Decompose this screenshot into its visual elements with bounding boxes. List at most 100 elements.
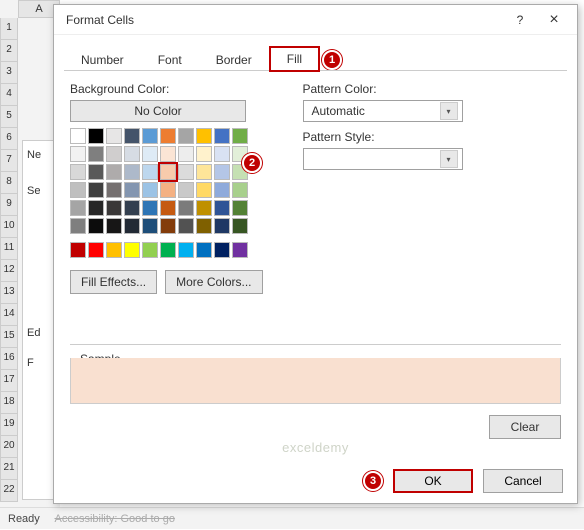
close-button[interactable]: × xyxy=(537,7,571,33)
color-swatch[interactable] xyxy=(160,218,176,234)
color-swatch[interactable] xyxy=(178,164,194,180)
color-swatch[interactable] xyxy=(106,146,122,162)
no-color-button[interactable]: No Color xyxy=(70,100,246,122)
tab-font[interactable]: Font xyxy=(141,48,199,72)
row-header[interactable]: 22 xyxy=(0,480,18,502)
row-header[interactable]: 10 xyxy=(0,216,18,238)
color-swatch[interactable] xyxy=(70,218,86,234)
color-swatch[interactable] xyxy=(142,146,158,162)
row-header[interactable]: 20 xyxy=(0,436,18,458)
color-swatch[interactable] xyxy=(70,200,86,216)
row-header[interactable]: 16 xyxy=(0,348,18,370)
row-header[interactable]: 13 xyxy=(0,282,18,304)
color-swatch[interactable] xyxy=(178,182,194,198)
color-swatch[interactable] xyxy=(88,164,104,180)
tab-fill[interactable]: Fill xyxy=(269,46,320,72)
color-swatch[interactable] xyxy=(196,164,212,180)
color-swatch[interactable] xyxy=(214,242,230,258)
color-swatch[interactable] xyxy=(214,164,230,180)
pattern-style-dropdown[interactable]: ▾ xyxy=(303,148,463,170)
color-swatch[interactable] xyxy=(124,218,140,234)
color-swatch[interactable] xyxy=(160,146,176,162)
color-swatch[interactable] xyxy=(70,146,86,162)
row-header[interactable]: 18 xyxy=(0,392,18,414)
color-swatch[interactable] xyxy=(106,128,122,144)
tab-number[interactable]: Number xyxy=(64,48,141,72)
color-swatch[interactable] xyxy=(214,146,230,162)
color-swatch[interactable] xyxy=(196,200,212,216)
color-swatch[interactable] xyxy=(70,164,86,180)
color-swatch[interactable] xyxy=(106,164,122,180)
color-swatch[interactable] xyxy=(124,200,140,216)
row-header[interactable]: 9 xyxy=(0,194,18,216)
color-swatch[interactable] xyxy=(142,242,158,258)
color-swatch[interactable] xyxy=(178,242,194,258)
color-swatch[interactable] xyxy=(142,200,158,216)
color-swatch[interactable] xyxy=(142,128,158,144)
color-swatch[interactable] xyxy=(196,182,212,198)
row-header[interactable]: 3 xyxy=(0,62,18,84)
color-swatch[interactable] xyxy=(106,182,122,198)
tab-border[interactable]: Border xyxy=(199,48,269,72)
color-swatch[interactable] xyxy=(106,200,122,216)
color-swatch[interactable] xyxy=(88,218,104,234)
color-swatch[interactable] xyxy=(178,128,194,144)
row-header[interactable]: 17 xyxy=(0,370,18,392)
color-swatch[interactable] xyxy=(214,128,230,144)
ok-button[interactable]: OK xyxy=(393,469,473,493)
color-swatch[interactable] xyxy=(88,242,104,258)
fill-effects-button[interactable]: Fill Effects... xyxy=(70,270,157,294)
color-swatch[interactable] xyxy=(124,164,140,180)
color-swatch[interactable] xyxy=(232,128,248,144)
color-swatch[interactable] xyxy=(124,242,140,258)
row-header[interactable]: 21 xyxy=(0,458,18,480)
color-swatch[interactable] xyxy=(232,242,248,258)
color-swatch[interactable] xyxy=(196,128,212,144)
color-swatch[interactable] xyxy=(178,200,194,216)
row-header[interactable]: 8 xyxy=(0,172,18,194)
color-swatch[interactable] xyxy=(142,164,158,180)
color-swatch[interactable] xyxy=(160,242,176,258)
row-header[interactable]: 6 xyxy=(0,128,18,150)
color-swatch[interactable] xyxy=(88,146,104,162)
row-header[interactable]: 4 xyxy=(0,84,18,106)
color-swatch[interactable] xyxy=(160,128,176,144)
row-header[interactable]: 1 xyxy=(0,18,18,40)
more-colors-button[interactable]: More Colors... xyxy=(165,270,262,294)
color-swatch[interactable] xyxy=(70,182,86,198)
row-header[interactable]: 5 xyxy=(0,106,18,128)
color-swatch[interactable] xyxy=(178,146,194,162)
color-swatch[interactable] xyxy=(106,218,122,234)
color-swatch[interactable] xyxy=(196,146,212,162)
row-header[interactable]: 14 xyxy=(0,304,18,326)
color-swatch[interactable] xyxy=(70,128,86,144)
color-swatch[interactable] xyxy=(124,182,140,198)
row-header[interactable]: 2 xyxy=(0,40,18,62)
row-header[interactable]: 7 xyxy=(0,150,18,172)
color-swatch[interactable] xyxy=(214,182,230,198)
color-swatch[interactable] xyxy=(124,128,140,144)
row-header[interactable]: 12 xyxy=(0,260,18,282)
color-swatch[interactable] xyxy=(196,218,212,234)
color-swatch[interactable] xyxy=(88,128,104,144)
color-swatch[interactable] xyxy=(232,218,248,234)
color-swatch[interactable] xyxy=(232,200,248,216)
color-swatch[interactable] xyxy=(214,218,230,234)
cancel-button[interactable]: Cancel xyxy=(483,469,563,493)
help-button[interactable]: ? xyxy=(503,7,537,33)
color-swatch[interactable] xyxy=(70,242,86,258)
color-swatch[interactable] xyxy=(88,200,104,216)
color-swatch[interactable] xyxy=(160,182,176,198)
color-swatch[interactable] xyxy=(160,200,176,216)
color-swatch[interactable] xyxy=(142,218,158,234)
color-swatch[interactable] xyxy=(142,182,158,198)
color-swatch[interactable] xyxy=(160,164,176,180)
row-header[interactable]: 11 xyxy=(0,238,18,260)
color-swatch[interactable] xyxy=(106,242,122,258)
color-swatch[interactable] xyxy=(178,218,194,234)
color-swatch[interactable] xyxy=(88,182,104,198)
color-swatch[interactable] xyxy=(232,182,248,198)
color-swatch[interactable] xyxy=(196,242,212,258)
pattern-color-dropdown[interactable]: Automatic ▾ xyxy=(303,100,463,122)
clear-button[interactable]: Clear xyxy=(489,415,561,439)
